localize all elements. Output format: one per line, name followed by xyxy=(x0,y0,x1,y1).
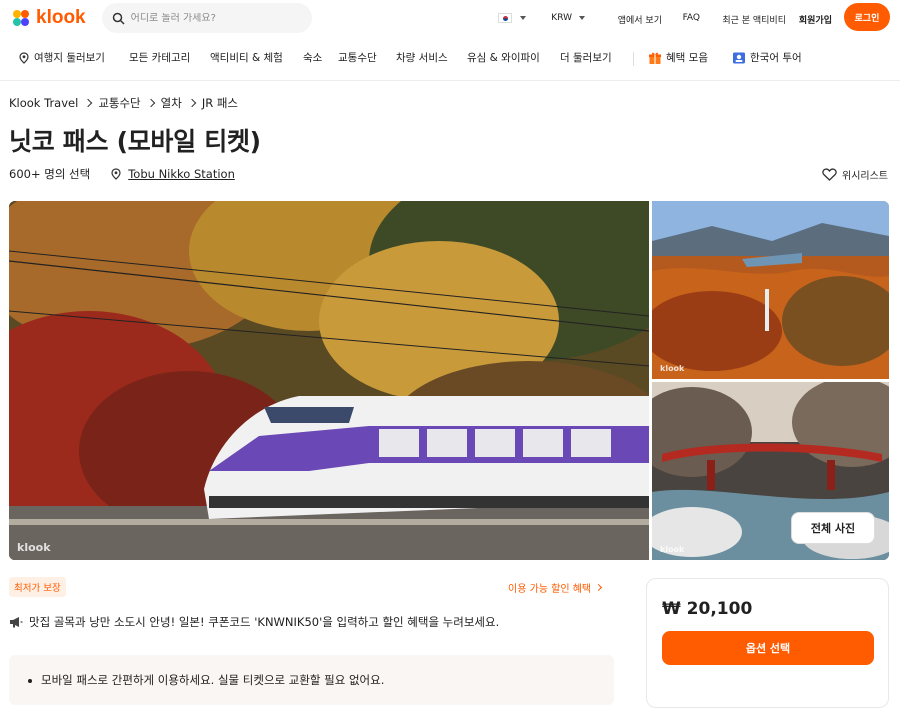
available-discounts-link[interactable]: 이용 가능 할인 혜택 xyxy=(508,580,603,595)
category-all[interactable]: 모든 카테고리 xyxy=(129,50,190,65)
product-meta: 600+ 명의 선택 Tobu Nikko Station xyxy=(9,166,235,182)
currency-label: KRW xyxy=(551,13,572,23)
price: ₩ 20,100 xyxy=(662,599,753,619)
divider xyxy=(633,52,634,66)
heart-icon xyxy=(822,168,837,181)
breadcrumb: Klook Travel 교통수단 열차 JR 패스 xyxy=(9,95,238,111)
chevron-right-icon xyxy=(84,98,93,108)
main-photo-train[interactable]: klook xyxy=(9,201,649,560)
category-destinations[interactable]: 여행지 둘러보기 xyxy=(18,50,105,65)
signup-link[interactable]: 회원가입 xyxy=(799,13,832,26)
category-activities[interactable]: 액티비티 & 체험 xyxy=(210,50,283,65)
category-label: 혜택 모음 xyxy=(666,52,708,64)
search-input[interactable] xyxy=(130,12,301,24)
recent-viewed-link[interactable]: 최근 본 액티비티 xyxy=(722,13,786,26)
discount-label: 이용 가능 할인 혜택 xyxy=(508,584,592,595)
tour-guide-icon xyxy=(733,52,745,63)
category-bar: 여행지 둘러보기 모든 카테고리 액티비티 & 체험 숙소 교통수단 차량 서비… xyxy=(0,36,900,81)
klook-logo-icon xyxy=(13,10,29,26)
location-pin-icon xyxy=(19,51,29,64)
wishlist-label: 위시리스트 xyxy=(842,171,888,182)
chevron-down-icon xyxy=(579,16,585,20)
chevron-right-icon xyxy=(595,583,603,592)
view-all-photos-button[interactable]: 전체 사진 xyxy=(791,512,875,544)
breadcrumb-item[interactable]: Klook Travel xyxy=(9,96,78,110)
photo-waterfall[interactable]: klook xyxy=(652,201,889,379)
promo-text: 맛집 골목과 낭만 소도시 안녕! 일본! 쿠폰코드 'KNWNIK50'을 입… xyxy=(29,615,500,629)
promo-banner: 맛집 골목과 낭만 소도시 안녕! 일본! 쿠폰코드 'KNWNIK50'을 입… xyxy=(9,614,499,630)
category-stays[interactable]: 숙소 xyxy=(303,50,322,65)
logo-text: klook xyxy=(36,7,86,28)
breadcrumb-item[interactable]: 열차 xyxy=(161,95,182,111)
feature-text: 모바일 패스로 간편하게 이용하세요. 실물 티켓으로 교환할 필요 없어요. xyxy=(41,673,385,687)
top-bar: klook KRW 앱에서 보기 FAQ 최근 본 액티비티 회원가입 로그인 xyxy=(0,0,900,36)
klook-logo[interactable]: klook xyxy=(10,7,86,29)
chevron-down-icon xyxy=(520,16,526,20)
category-korean-tours[interactable]: 한국어 투어 xyxy=(732,50,802,65)
klook-watermark: klook xyxy=(660,545,685,554)
page-title: 닛코 패스 (모바일 티켓) xyxy=(9,127,261,156)
gift-icon xyxy=(649,52,661,64)
station-link[interactable]: Tobu Nikko Station xyxy=(128,167,235,181)
category-car-service[interactable]: 차량 서비스 xyxy=(396,50,448,65)
chevron-right-icon xyxy=(187,98,197,108)
login-button[interactable]: 로그인 xyxy=(844,3,890,31)
category-label: 한국어 투어 xyxy=(750,52,802,64)
feature-highlight: 모바일 패스로 간편하게 이용하세요. 실물 티켓으로 교환할 필요 없어요. xyxy=(9,655,614,705)
category-transport[interactable]: 교통수단 xyxy=(338,50,377,65)
chevron-right-icon xyxy=(146,98,155,108)
category-label: 여행지 둘러보기 xyxy=(34,52,105,64)
language-selector[interactable] xyxy=(498,13,526,23)
booking-card: ₩ 20,100 옵션 선택 xyxy=(646,578,889,708)
category-deals[interactable]: 혜택 모음 xyxy=(648,50,708,65)
klook-watermark: klook xyxy=(660,364,685,373)
search-bar[interactable] xyxy=(101,3,312,33)
booked-count: 600+ 명의 선택 xyxy=(9,167,91,181)
currency-selector[interactable]: KRW xyxy=(551,13,585,23)
app-link[interactable]: 앱에서 보기 xyxy=(618,13,662,26)
best-price-badge: 최저가 보장 xyxy=(9,577,66,597)
train-photo-illustration xyxy=(9,201,649,560)
wishlist-button[interactable]: 위시리스트 xyxy=(822,167,888,182)
faq-link[interactable]: FAQ xyxy=(683,13,700,23)
photo-gallery: klook klook klook 전체 사진 xyxy=(9,201,889,560)
breadcrumb-item[interactable]: 교통수단 xyxy=(98,95,140,111)
megaphone-icon xyxy=(10,617,23,628)
category-sim-wifi[interactable]: 유심 & 와이파이 xyxy=(467,50,540,65)
korea-flag-icon xyxy=(498,13,512,23)
search-icon xyxy=(112,12,125,25)
klook-watermark: klook xyxy=(17,541,51,554)
category-more[interactable]: 더 둘러보기 xyxy=(560,50,612,65)
breadcrumb-item[interactable]: JR 패스 xyxy=(202,95,238,111)
location-pin-icon xyxy=(111,168,121,180)
select-option-button[interactable]: 옵션 선택 xyxy=(662,631,874,665)
waterfall-photo-illustration xyxy=(652,201,889,379)
photo-bridge[interactable]: klook 전체 사진 xyxy=(652,382,889,560)
